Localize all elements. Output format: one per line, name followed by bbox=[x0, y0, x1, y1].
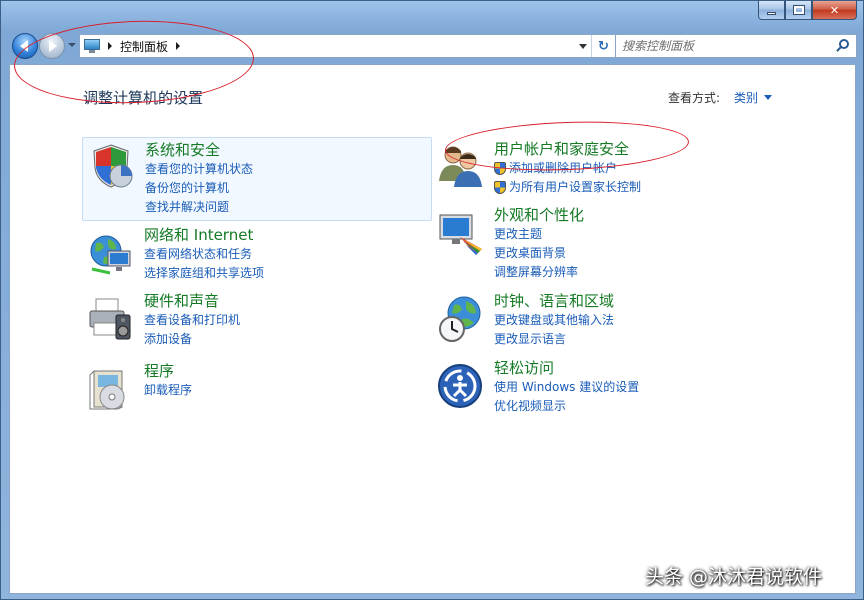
view-by-label: 查看方式: bbox=[668, 91, 721, 105]
watermark: 头条 @沐沐君说软件 bbox=[645, 566, 823, 588]
link-view-computer-status[interactable]: 查看您的计算机状态 bbox=[145, 160, 253, 179]
link-label: 为所有用户设置家长控制 bbox=[509, 180, 642, 194]
link-add-device[interactable]: 添加设备 bbox=[144, 330, 240, 349]
minimize-icon bbox=[767, 11, 776, 15]
back-arrow-icon bbox=[20, 40, 28, 52]
close-icon: ✕ bbox=[829, 3, 840, 17]
category-title[interactable]: 网络和 Internet bbox=[144, 225, 264, 245]
link-backup-computer[interactable]: 备份您的计算机 bbox=[145, 179, 253, 198]
view-by: 查看方式: 类别 bbox=[668, 89, 773, 106]
refresh-button[interactable]: ↻ bbox=[591, 35, 615, 57]
link-change-keyboard[interactable]: 更改键盘或其他输入法 bbox=[494, 311, 614, 330]
link-parental-controls[interactable]: 为所有用户设置家长控制 bbox=[494, 178, 641, 197]
address-dropdown-icon[interactable] bbox=[579, 44, 587, 49]
printer-speaker-icon bbox=[89, 298, 131, 340]
link-change-theme[interactable]: 更改主题 bbox=[494, 225, 584, 244]
category-title[interactable]: 轻松访问 bbox=[494, 358, 639, 378]
category-title[interactable]: 系统和安全 bbox=[145, 140, 253, 160]
address-bar[interactable]: 控制面板 ↻ bbox=[79, 34, 616, 58]
maximize-button[interactable] bbox=[785, 1, 812, 20]
recent-pages-dropdown[interactable] bbox=[68, 43, 76, 47]
link-troubleshoot[interactable]: 查找并解决问题 bbox=[145, 198, 253, 217]
accessibility-icon bbox=[438, 364, 482, 408]
caption-buttons: ✕ bbox=[758, 1, 857, 20]
uac-shield-icon bbox=[494, 162, 506, 175]
link-homegroup-sharing[interactable]: 选择家庭组和共享选项 bbox=[144, 264, 264, 283]
breadcrumb-control-panel[interactable]: 控制面板 bbox=[120, 38, 168, 55]
back-button[interactable] bbox=[12, 33, 38, 59]
breadcrumb-chevron-icon[interactable] bbox=[176, 42, 181, 50]
category-title[interactable]: 用户帐户和家庭安全 bbox=[494, 139, 641, 159]
category-appearance[interactable]: 外观和个性化 更改主题 更改桌面背景 调整屏幕分辨率 bbox=[432, 205, 812, 279]
link-devices-printers[interactable]: 查看设备和打印机 bbox=[144, 311, 240, 330]
users-icon bbox=[439, 146, 482, 187]
globe-clock-icon bbox=[439, 296, 481, 342]
link-uninstall-program[interactable]: 卸载程序 bbox=[144, 381, 192, 400]
category-ease-of-access[interactable]: 轻松访问 使用 Windows 建议的设置 优化视频显示 bbox=[432, 358, 812, 418]
link-screen-resolution[interactable]: 调整屏幕分辨率 bbox=[494, 263, 584, 282]
close-button[interactable]: ✕ bbox=[812, 1, 857, 20]
category-clock-region[interactable]: 时钟、语言和区域 更改键盘或其他输入法 更改显示语言 bbox=[432, 291, 812, 351]
page-title: 调整计算机的设置 bbox=[83, 89, 204, 107]
maximize-icon bbox=[792, 5, 805, 15]
category-title[interactable]: 外观和个性化 bbox=[494, 205, 584, 225]
uac-shield-icon bbox=[494, 181, 506, 194]
monitor-palette-icon bbox=[439, 214, 482, 255]
link-label: 添加或删除用户帐户 bbox=[509, 161, 618, 175]
minimize-button[interactable] bbox=[758, 1, 785, 20]
control-panel-icon bbox=[84, 39, 100, 53]
content-pane: 调整计算机的设置 查看方式: 类别 系统和安全 查看您的计算机状态 备份您的计算… bbox=[9, 64, 856, 594]
link-network-status[interactable]: 查看网络状态和任务 bbox=[144, 245, 264, 264]
category-user-accounts[interactable]: 用户帐户和家庭安全 添加或删除用户帐户 为所有用户设置家长控制 bbox=[432, 137, 812, 197]
shield-chart-icon bbox=[93, 144, 133, 188]
category-title[interactable]: 时钟、语言和区域 bbox=[494, 291, 614, 311]
category-system-security[interactable]: 系统和安全 查看您的计算机状态 备份您的计算机 查找并解决问题 bbox=[82, 137, 432, 221]
category-title[interactable]: 程序 bbox=[144, 361, 192, 381]
category-programs[interactable]: 程序 卸载程序 bbox=[82, 361, 432, 411]
category-title[interactable]: 硬件和声音 bbox=[144, 291, 240, 311]
search-input[interactable] bbox=[622, 39, 832, 53]
globe-network-icon bbox=[90, 235, 131, 275]
category-hardware-sound[interactable]: 硬件和声音 查看设备和打印机 添加设备 bbox=[82, 291, 432, 351]
program-box-icon bbox=[89, 370, 125, 410]
forward-arrow-icon bbox=[49, 40, 57, 52]
link-change-background[interactable]: 更改桌面背景 bbox=[494, 244, 584, 263]
forward-button[interactable] bbox=[39, 33, 65, 59]
view-by-dropdown-icon[interactable] bbox=[764, 95, 773, 100]
link-optimize-video[interactable]: 优化视频显示 bbox=[494, 397, 639, 416]
window-frame: ✕ 控制面板 ↻ 调整计算机的设置 查看方式: 类别 bbox=[0, 0, 864, 600]
breadcrumb-chevron-icon[interactable] bbox=[108, 42, 112, 50]
navigation-bar: 控制面板 ↻ bbox=[9, 31, 857, 61]
search-box[interactable] bbox=[615, 34, 857, 58]
refresh-icon: ↻ bbox=[598, 38, 609, 54]
search-icon[interactable] bbox=[836, 39, 850, 53]
link-add-remove-accounts[interactable]: 添加或删除用户帐户 bbox=[494, 159, 641, 178]
link-display-language[interactable]: 更改显示语言 bbox=[494, 330, 614, 349]
category-network-internet[interactable]: 网络和 Internet 查看网络状态和任务 选择家庭组和共享选项 bbox=[82, 225, 432, 285]
view-by-selector[interactable]: 类别 bbox=[734, 89, 758, 106]
link-windows-recommended[interactable]: 使用 Windows 建议的设置 bbox=[494, 378, 639, 397]
